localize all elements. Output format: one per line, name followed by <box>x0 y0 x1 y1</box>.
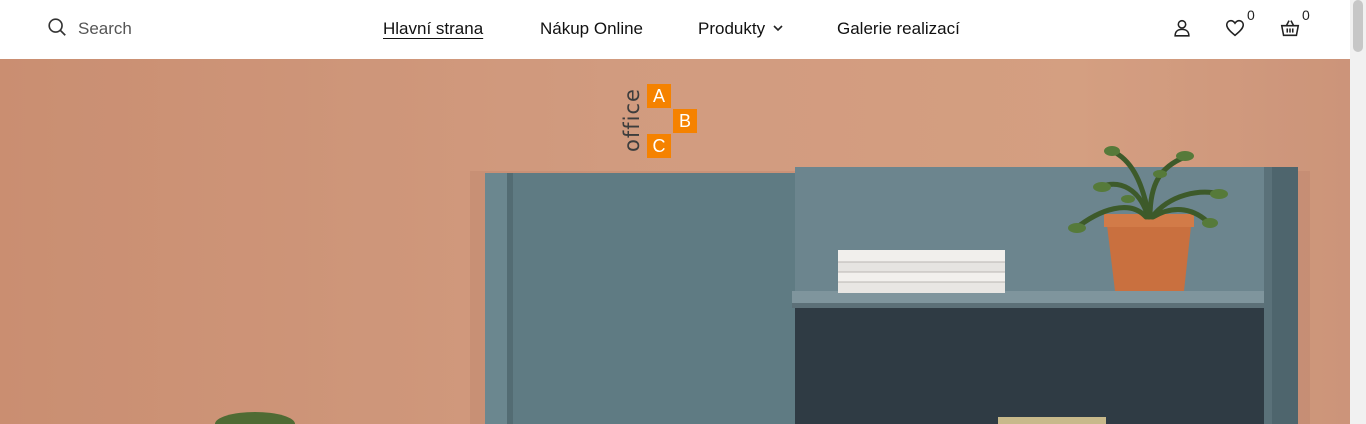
cart-button[interactable]: 0 <box>1279 7 1310 43</box>
search-input[interactable] <box>78 19 258 39</box>
logo-letter-b: B <box>673 109 697 133</box>
site-header: Hlavní strana Nákup Online Produkty Gale… <box>0 0 1350 59</box>
logo-wordmark: office <box>620 88 644 152</box>
nav-link-products-label: Produkty <box>698 19 766 38</box>
page-scrollbar[interactable] <box>1350 0 1366 424</box>
search-bar[interactable] <box>46 17 258 41</box>
cart-count: 0 <box>1302 7 1310 23</box>
search-icon[interactable] <box>46 16 68 43</box>
logo-letter-c: C <box>647 134 671 158</box>
chevron-down-icon <box>765 17 784 41</box>
wishlist-button[interactable]: 0 <box>1224 7 1255 43</box>
nav-link-products[interactable]: Produkty <box>698 17 784 41</box>
heart-icon <box>1224 19 1246 43</box>
logo-letter-a: A <box>647 84 671 108</box>
wishlist-count: 0 <box>1247 7 1255 23</box>
office-abc-logo[interactable]: office A B C <box>620 82 700 162</box>
nav-link-gallery[interactable]: Galerie realizací <box>837 17 960 41</box>
nav-link-shop-online[interactable]: Nákup Online <box>540 17 643 41</box>
nav-link-home[interactable]: Hlavní strana <box>383 17 483 41</box>
basket-icon <box>1279 20 1301 43</box>
user-icon[interactable] <box>1171 17 1195 41</box>
scrollbar-thumb[interactable] <box>1353 0 1363 52</box>
